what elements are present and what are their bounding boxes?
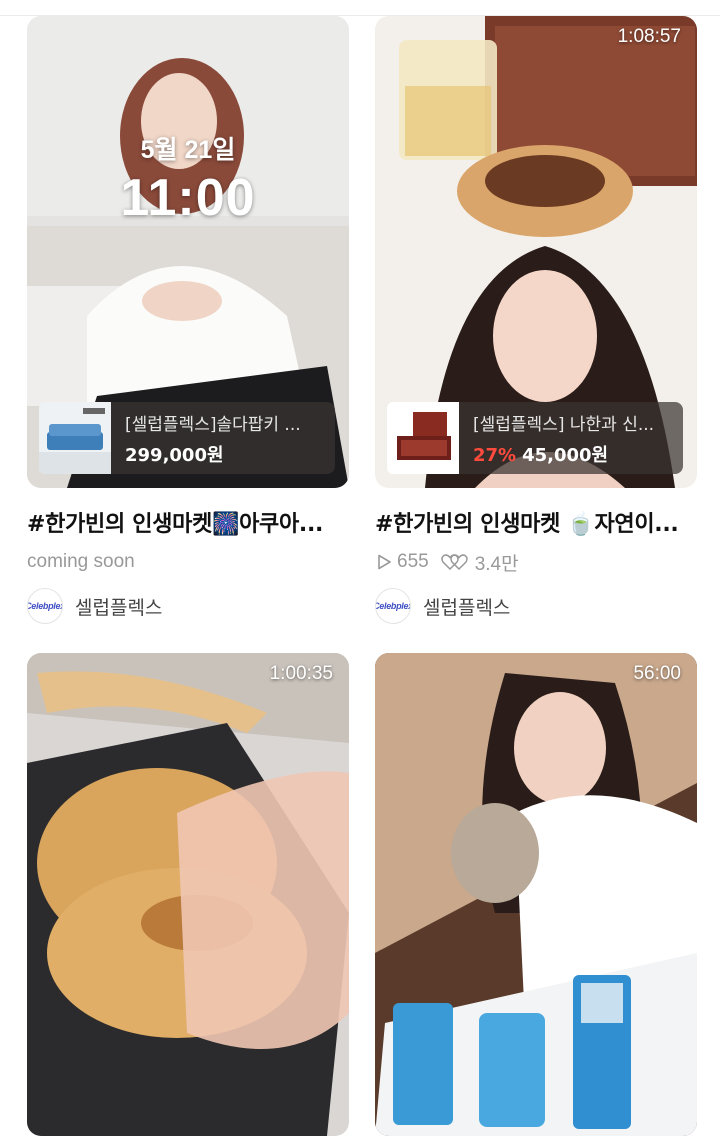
live-card-2[interactable]: 1:08:57 [셀럽플렉스] 나한과 신... 27% 45,000원 #한가빈… (375, 16, 697, 624)
product-banner[interactable]: [셀럽플렉스] 나한과 신... 27% 45,000원 (387, 402, 683, 474)
seller-name: 셀럽플렉스 (423, 596, 511, 619)
live-thumbnail[interactable]: 5월 21일 11:00 [셀럽플렉스]솔다팝키 ... 299,000원 (27, 16, 349, 488)
live-card-1[interactable]: 5월 21일 11:00 [셀럽플렉스]솔다팝키 ... 299,000원 #한… (27, 16, 349, 624)
live-duration: 1:00:35 (269, 663, 333, 684)
live-card-3[interactable]: 1:00:35 (27, 653, 349, 1136)
live-title[interactable]: #한가빈의 인생마켓🎆아쿠아... (27, 506, 349, 538)
product-image (387, 402, 459, 474)
seller-info[interactable]: Celebplex 셀럽플렉스 (27, 588, 349, 624)
live-status: coming soon (27, 551, 135, 572)
live-duration: 1:08:57 (617, 26, 681, 47)
play-icon (378, 554, 391, 570)
seller-name: 셀럽플렉스 (75, 596, 163, 619)
live-card-4[interactable]: 56:00 (375, 653, 697, 1136)
live-thumbnail[interactable]: 1:00:35 (27, 653, 349, 1136)
view-count: 655 (375, 551, 429, 573)
product-price-row: 27% 45,000원 (473, 441, 669, 467)
live-thumbnail[interactable]: 1:08:57 [셀럽플렉스] 나한과 신... 27% 45,000원 (375, 16, 697, 488)
product-banner[interactable]: [셀럽플렉스]솔다팝키 ... 299,000원 (39, 402, 335, 474)
seller-logo: Celebplex (375, 588, 411, 624)
product-name: [셀럽플렉스]솔다팝키 ... (125, 414, 301, 435)
product-price: 299,000원 (125, 444, 224, 466)
discount-rate: 27% (473, 444, 517, 466)
thumbnail-image (375, 653, 697, 1136)
product-name: [셀럽플렉스] 나한과 신... (473, 414, 655, 435)
top-divider (0, 0, 720, 16)
seller-info[interactable]: Celebplex 셀럽플렉스 (375, 588, 697, 624)
like-count: 3.4만 (440, 549, 519, 576)
live-title[interactable]: #한가빈의 인생마켓 🍵자연이... (375, 506, 697, 538)
product-price: 45,000원 (522, 444, 609, 466)
heart-icon (440, 554, 468, 571)
product-image (39, 402, 111, 474)
live-duration: 56:00 (633, 663, 681, 684)
seller-logo: Celebplex (27, 588, 63, 624)
schedule-date: 5월 21일 (140, 136, 236, 164)
thumbnail-image (27, 653, 349, 1136)
live-thumbnail[interactable]: 56:00 (375, 653, 697, 1136)
schedule-time: 11:00 (120, 169, 256, 227)
